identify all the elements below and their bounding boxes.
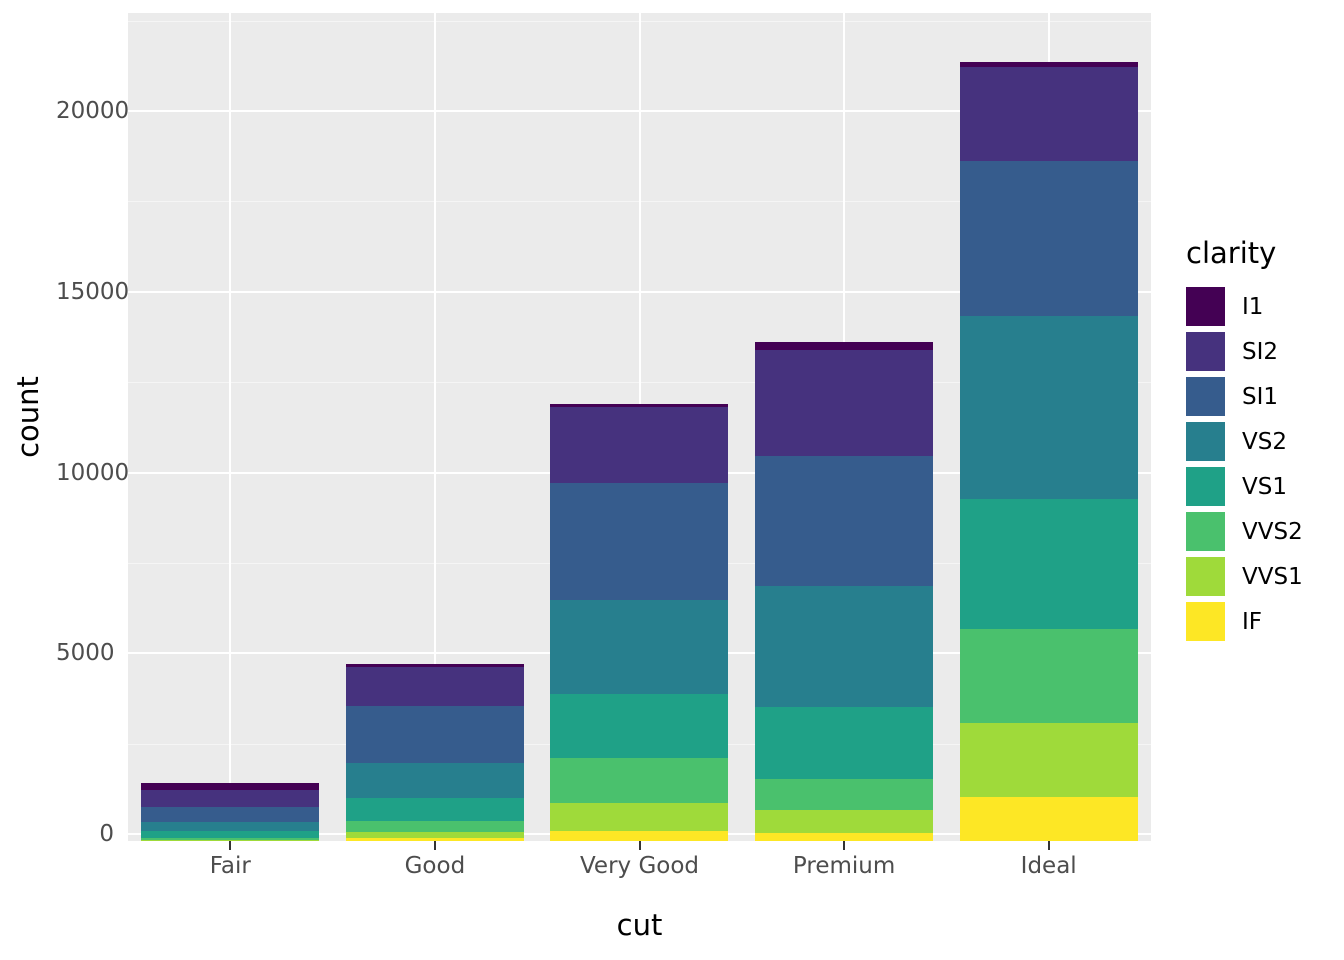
legend-label-vvs1: VVS1 — [1242, 563, 1303, 590]
bar-segment-ideal-si1[interactable] — [959, 161, 1138, 316]
legend-item-si1[interactable]: SI1 — [1186, 374, 1344, 419]
y-tick-label: 10000 — [56, 459, 130, 486]
bar-segment-good-vvs2[interactable] — [345, 821, 524, 832]
bar-fair[interactable] — [141, 20, 320, 841]
legend-label-if: IF — [1242, 608, 1263, 635]
x-tick-label-good: Good — [404, 853, 466, 879]
bar-segment-premium-si2[interactable] — [755, 349, 934, 457]
y-tick-label: 15000 — [56, 278, 130, 305]
bar-segment-fair-vs1[interactable] — [141, 831, 320, 838]
legend-swatch-vvs1 — [1186, 557, 1225, 596]
legend-swatch-vs2 — [1186, 422, 1225, 461]
bar-segment-ideal-vvs1[interactable] — [959, 723, 1138, 798]
bar-segment-good-si1[interactable] — [345, 706, 524, 763]
bar-segment-good-vs2[interactable] — [345, 762, 524, 798]
bar-segment-fair-si2[interactable] — [141, 790, 320, 808]
legend-label-vvs2: VVS2 — [1242, 518, 1303, 545]
legend-swatch-vvs2 — [1186, 512, 1225, 551]
bar-segment-very-good-si2[interactable] — [550, 407, 729, 484]
bar-segment-very-good-i1[interactable] — [550, 404, 729, 408]
legend-item-vvs2[interactable]: VVS2 — [1186, 509, 1344, 554]
bar-premium[interactable] — [755, 20, 934, 841]
bar-segment-fair-i1[interactable] — [141, 782, 320, 791]
legend-title: clarity — [1186, 236, 1277, 270]
bar-segment-good-i1[interactable] — [345, 663, 524, 668]
bar-segment-premium-i1[interactable] — [755, 342, 934, 350]
x-tick-mark — [229, 841, 232, 850]
bar-segment-good-vvs1[interactable] — [345, 831, 524, 839]
legend-label-vs1: VS1 — [1242, 473, 1287, 500]
y-axis-title-label: count — [11, 376, 46, 458]
bar-good[interactable] — [345, 20, 524, 841]
bar-very-good[interactable] — [550, 20, 729, 841]
legend-item-i1[interactable]: I1 — [1186, 284, 1344, 329]
x-tick-mark — [638, 841, 641, 850]
x-tick-label-fair: Fair — [209, 853, 251, 879]
bar-segment-ideal-vs2[interactable] — [959, 315, 1138, 500]
legend-item-if[interactable]: IF — [1186, 599, 1344, 644]
plot-panel — [128, 13, 1151, 841]
legend-swatch-if — [1186, 602, 1225, 641]
x-tick-label-very-good: Very Good — [579, 853, 700, 879]
bar-segment-fair-vs2[interactable] — [141, 821, 320, 832]
chart-root: count 0 5000 10000 15000 20000 Fair Good Very … — [0, 0, 1344, 960]
legend-swatch-si1 — [1186, 377, 1225, 416]
x-tick-mark — [843, 841, 846, 850]
x-tick-label-premium: Premium — [792, 853, 896, 879]
legend-item-vs1[interactable]: VS1 — [1186, 464, 1344, 509]
legend-label-si1: SI1 — [1242, 383, 1279, 410]
x-axis-title: cut — [616, 908, 663, 942]
legend-label-vs2: VS2 — [1242, 428, 1287, 455]
bar-segment-ideal-si2[interactable] — [959, 67, 1138, 162]
bar-segment-fair-vvs2[interactable] — [141, 837, 320, 841]
bar-segment-premium-vvs1[interactable] — [755, 810, 934, 833]
legend-swatch-si2 — [1186, 332, 1225, 371]
y-tick-label: 0 — [99, 821, 114, 847]
legend-label-i1: I1 — [1242, 293, 1264, 320]
bar-ideal[interactable] — [959, 20, 1138, 841]
legend-label-si2: SI2 — [1242, 338, 1279, 365]
x-tick-label-ideal: Ideal — [1020, 853, 1077, 879]
legend: clarity I1 SI2 SI1 VS2 VS1 VVS2 VVS1 IF — [1186, 236, 1344, 644]
bar-segment-ideal-vs1[interactable] — [959, 499, 1138, 629]
x-tick-mark — [1047, 841, 1050, 850]
bar-segment-very-good-vvs2[interactable] — [550, 758, 729, 803]
bar-segment-good-si2[interactable] — [345, 667, 524, 707]
legend-swatch-vs1 — [1186, 467, 1225, 506]
legend-item-vs2[interactable]: VS2 — [1186, 419, 1344, 464]
y-axis-title: count — [0, 0, 56, 834]
legend-swatch-i1 — [1186, 287, 1225, 326]
bar-segment-fair-si1[interactable] — [141, 807, 320, 822]
x-tick-mark — [433, 841, 436, 850]
bar-segment-very-good-si1[interactable] — [550, 483, 729, 601]
legend-item-si2[interactable]: SI2 — [1186, 329, 1344, 374]
bar-segment-very-good-vvs1[interactable] — [550, 802, 729, 832]
bar-segment-very-good-vs1[interactable] — [550, 693, 729, 759]
bar-segment-premium-si1[interactable] — [755, 456, 934, 586]
bar-segment-premium-if[interactable] — [755, 832, 934, 841]
legend-items: I1 SI2 SI1 VS2 VS1 VVS2 VVS1 IF — [1186, 284, 1344, 644]
bar-segment-very-good-vs2[interactable] — [550, 600, 729, 694]
bar-segment-good-vs1[interactable] — [345, 797, 524, 822]
bar-segment-premium-vs2[interactable] — [755, 585, 934, 708]
y-tick-label: 20000 — [56, 98, 130, 124]
bar-segment-ideal-i1[interactable] — [959, 61, 1138, 68]
bar-segment-premium-vs1[interactable] — [755, 707, 934, 779]
y-tick-label: 5000 — [56, 640, 115, 667]
bar-segment-ideal-vvs2[interactable] — [959, 628, 1138, 724]
legend-item-vvs1[interactable]: VVS1 — [1186, 554, 1344, 599]
bar-segment-premium-vvs2[interactable] — [755, 778, 934, 811]
bar-segment-very-good-if[interactable] — [550, 831, 729, 841]
bar-segment-ideal-if[interactable] — [959, 797, 1138, 841]
